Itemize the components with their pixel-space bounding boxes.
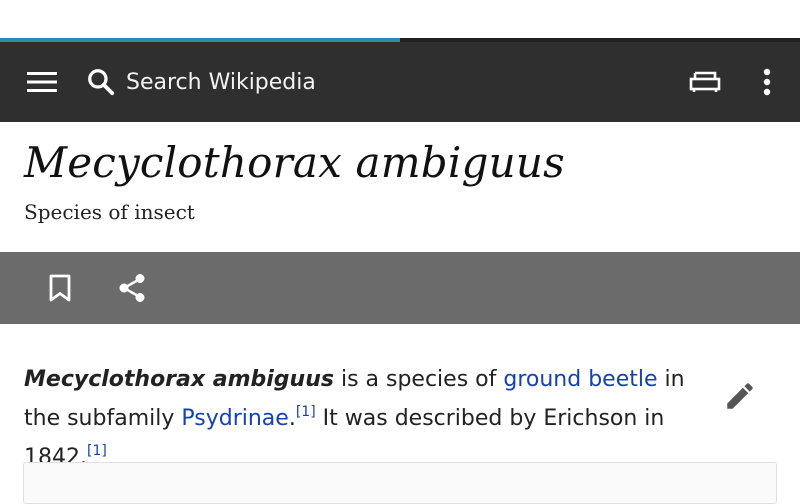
- bookmark-icon: [49, 274, 71, 302]
- page-description: Species of insect: [24, 200, 195, 224]
- reference-link[interactable]: [1]: [296, 404, 316, 420]
- reading-list-button[interactable]: [680, 42, 730, 122]
- article-header: Mecyclothorax ambiguus Species of insect: [0, 122, 800, 252]
- reading-list-icon: [689, 71, 721, 92]
- share-button[interactable]: [104, 252, 160, 324]
- link-psydrinae[interactable]: Psydrinae: [181, 406, 288, 431]
- reference-link[interactable]: [1]: [87, 443, 107, 459]
- lead-paragraph: Mecyclothorax ambiguus is a species of g…: [24, 360, 704, 477]
- page-title: Mecyclothorax ambiguus: [24, 138, 565, 187]
- edit-button[interactable]: [716, 372, 764, 420]
- search-icon: [88, 69, 115, 96]
- search-placeholder: Search Wikipedia: [126, 69, 316, 95]
- lead-text: is a species of: [333, 367, 504, 392]
- top-toolbar: Search Wikipedia: [0, 42, 800, 122]
- lead-text: .: [288, 406, 296, 431]
- link-ground-beetle[interactable]: ground beetle: [503, 367, 657, 392]
- lead-bold-term: Mecyclothorax ambiguus: [24, 367, 334, 392]
- article-lead: Mecyclothorax ambiguus is a species of g…: [24, 360, 704, 477]
- bookmark-button[interactable]: [32, 252, 88, 324]
- hamburger-menu-icon: [27, 72, 57, 92]
- overflow-menu-button[interactable]: [744, 42, 790, 122]
- status-bar: [0, 0, 800, 38]
- share-icon: [119, 274, 145, 302]
- infobox[interactable]: [23, 462, 777, 504]
- overflow-menu-icon: [763, 68, 771, 96]
- search-input[interactable]: Search Wikipedia: [86, 42, 586, 122]
- article-action-bar: [0, 252, 800, 324]
- menu-button[interactable]: [18, 42, 66, 122]
- pencil-edit-icon: [727, 383, 753, 409]
